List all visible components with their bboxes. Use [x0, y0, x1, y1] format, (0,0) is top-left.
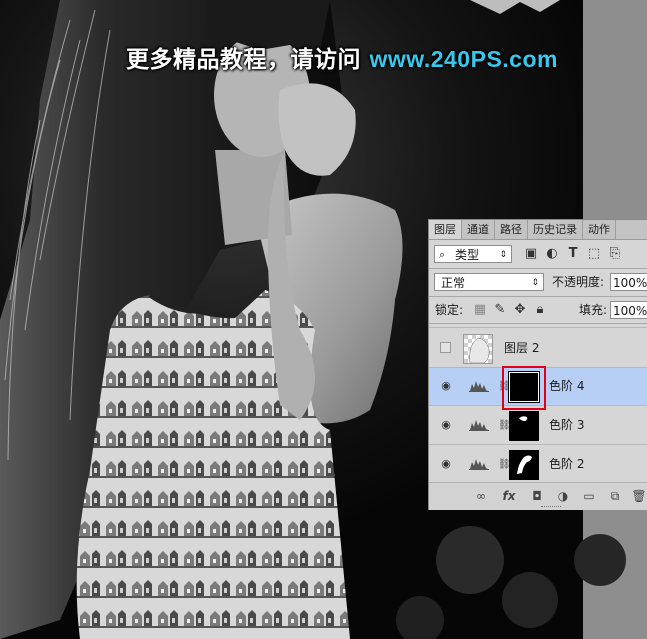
layer-name[interactable]: 色阶 2: [549, 457, 584, 472]
tab-actions[interactable]: 动作: [583, 220, 616, 239]
opacity-label: 不透明度:: [552, 275, 605, 289]
opacity-value: 100%: [613, 276, 647, 290]
fx-icon[interactable]: fx: [501, 489, 517, 503]
dropdown-arrows-icon: ⇕: [531, 278, 539, 288]
pixel-filter-icon[interactable]: ▣: [524, 247, 538, 261]
shape-filter-icon[interactable]: ⬚: [587, 247, 601, 261]
filter-type-label: 类型: [455, 248, 480, 262]
layer-row[interactable]: 图层 2: [429, 330, 647, 368]
levels-adjustment-icon: [469, 420, 489, 431]
layer-name[interactable]: 色阶 3: [549, 418, 584, 433]
panel-tabs: 图层 通道 路径 历史记录 动作: [429, 220, 647, 240]
trash-icon[interactable]: 🗑︎: [631, 489, 647, 503]
layers-bottom-toolbar: ∞ fx ◘ ◑ ▭ ⧉ 🗑︎: [429, 482, 647, 510]
watermark-text: 更多精品教程，请访问: [126, 47, 370, 73]
layers-panel: 图层 通道 路径 历史记录 动作 ⌕ 类型 ⇕ ▣ ◐ T ⬚ ⎘ 正常 ⇕ 不…: [428, 219, 647, 510]
blend-mode-select[interactable]: 正常 ⇕: [434, 273, 544, 291]
fill-input[interactable]: 100%: [610, 301, 647, 319]
layer-name[interactable]: 色阶 4: [549, 379, 584, 394]
link-layers-icon[interactable]: ∞: [473, 489, 489, 503]
fill-label: 填充:: [579, 303, 608, 317]
layer-mask-thumbnail[interactable]: [509, 450, 539, 480]
lock-all-icon[interactable]: 🔒︎: [533, 303, 547, 317]
layer-thumbnail: [463, 334, 493, 364]
layer-name[interactable]: 图层 2: [504, 341, 539, 356]
layer-filter-select[interactable]: ⌕ 类型 ⇕: [434, 245, 512, 263]
adjustment-layer-icon[interactable]: ◑: [555, 489, 571, 503]
lock-transparent-icon[interactable]: ▦: [473, 303, 487, 317]
lock-position-icon[interactable]: ✥: [513, 303, 527, 317]
new-layer-icon[interactable]: ⧉: [607, 489, 623, 503]
resize-grip[interactable]: [541, 506, 561, 509]
tab-history[interactable]: 历史记录: [528, 220, 583, 239]
layer-row[interactable]: ◉ ⛓ 色阶 3: [429, 407, 647, 445]
eye-icon[interactable]: ◉: [439, 380, 453, 392]
type-filter-icon[interactable]: T: [566, 247, 580, 261]
blend-mode-value: 正常: [441, 276, 466, 290]
tab-paths[interactable]: 路径: [495, 220, 528, 239]
watermark-url: www.240PS.com: [369, 46, 558, 72]
layer-row[interactable]: ◉ ⛓ 色阶 2: [429, 446, 647, 484]
layer-mask-thumbnail[interactable]: [509, 411, 539, 441]
opacity-input[interactable]: 100%: [610, 273, 647, 291]
lock-brush-icon[interactable]: ✎: [493, 303, 507, 317]
smart-object-filter-icon[interactable]: ⎘: [608, 247, 622, 261]
search-icon: ⌕: [439, 248, 446, 261]
highlight-box: [502, 366, 546, 410]
levels-adjustment-icon: [469, 381, 489, 392]
group-folder-icon[interactable]: ▭: [581, 489, 597, 503]
watermark: 更多精品教程，请访问 www.240PS.com: [126, 40, 558, 74]
levels-adjustment-icon: [469, 459, 489, 470]
tab-channels[interactable]: 通道: [462, 220, 495, 239]
visibility-toggle-off[interactable]: [440, 342, 451, 353]
lock-label: 锁定:: [435, 303, 464, 317]
tab-layers[interactable]: 图层: [429, 220, 462, 239]
eye-icon[interactable]: ◉: [439, 419, 453, 431]
fill-value: 100%: [613, 304, 647, 318]
eye-icon[interactable]: ◉: [439, 458, 453, 470]
dropdown-arrows-icon: ⇕: [499, 250, 507, 260]
adjustment-filter-icon[interactable]: ◐: [545, 247, 559, 261]
add-mask-icon[interactable]: ◘: [529, 489, 545, 503]
